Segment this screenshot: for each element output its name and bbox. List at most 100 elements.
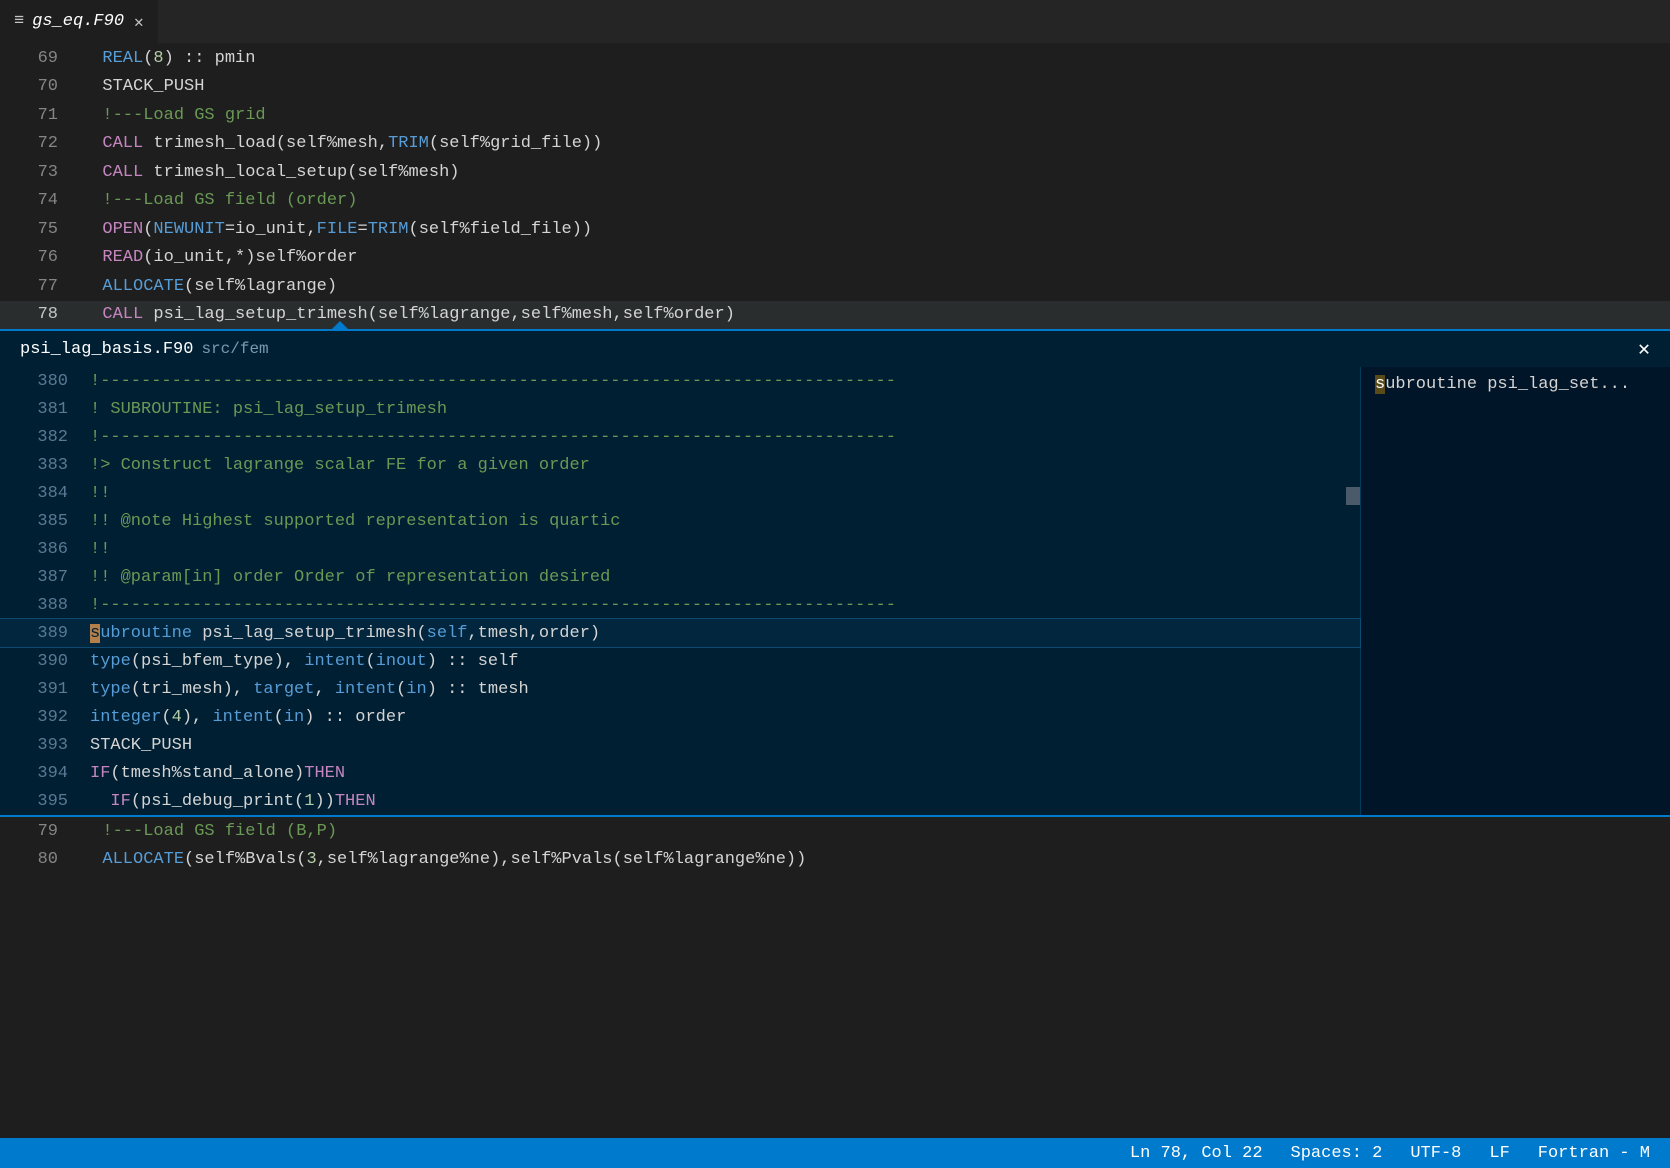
main-code-area[interactable]: 69 REAL(8) :: pmin70 STACK_PUSH71 !---Lo… bbox=[0, 44, 1670, 329]
scrollbar-thumb[interactable] bbox=[1346, 487, 1360, 505]
code-line[interactable]: 393STACK_PUSH bbox=[0, 731, 1360, 759]
code-token: 1 bbox=[304, 792, 314, 811]
code-token: ( bbox=[396, 680, 406, 699]
code-line[interactable]: 80 ALLOCATE(self%Bvals(3,self%lagrange%n… bbox=[0, 846, 1670, 875]
code-content[interactable]: IF(tmesh%stand_alone)THEN bbox=[90, 764, 1360, 783]
line-number: 392 bbox=[0, 708, 90, 727]
code-line[interactable]: 394IF(tmesh%stand_alone)THEN bbox=[0, 759, 1360, 787]
code-token: IF bbox=[110, 792, 130, 811]
code-content[interactable]: STACK_PUSH bbox=[82, 77, 1670, 96]
peek-reference-item[interactable]: subroutine psi_lag_set... bbox=[1361, 371, 1670, 398]
status-encoding[interactable]: UTF-8 bbox=[1410, 1144, 1461, 1163]
code-token: 3 bbox=[306, 850, 316, 869]
peek-code-area[interactable]: 380!------------------------------------… bbox=[0, 367, 1360, 815]
code-content[interactable]: !! @param[in] order Order of representat… bbox=[90, 568, 1360, 587]
code-content[interactable]: !---------------------------------------… bbox=[90, 372, 1360, 391]
code-line[interactable]: 70 STACK_PUSH bbox=[0, 73, 1670, 102]
code-token: intent bbox=[335, 680, 396, 699]
code-token: ,tmesh,order) bbox=[467, 624, 600, 643]
code-content[interactable]: ALLOCATE(self%Bvals(3,self%lagrange%ne),… bbox=[82, 850, 1670, 869]
code-line[interactable]: 385!! @note Highest supported representa… bbox=[0, 507, 1360, 535]
code-content[interactable]: CALL psi_lag_setup_trimesh(self%lagrange… bbox=[82, 305, 1670, 324]
code-line[interactable]: 78 CALL psi_lag_setup_trimesh(self%lagra… bbox=[0, 301, 1670, 330]
code-line[interactable]: 69 REAL(8) :: pmin bbox=[0, 44, 1670, 73]
code-content[interactable]: !---Load GS field (B,P) bbox=[82, 822, 1670, 841]
code-line[interactable]: 74 !---Load GS field (order) bbox=[0, 187, 1670, 216]
code-content[interactable]: CALL trimesh_load(self%mesh,TRIM(self%gr… bbox=[82, 134, 1670, 153]
code-token: ! SUBROUTINE: psi_lag_setup_trimesh bbox=[90, 400, 447, 419]
code-content[interactable]: integer(4), intent(in) :: order bbox=[90, 708, 1360, 727]
code-token: ( bbox=[143, 220, 153, 239]
code-line[interactable]: 381! SUBROUTINE: psi_lag_setup_trimesh bbox=[0, 395, 1360, 423]
code-content[interactable]: CALL trimesh_local_setup(self%mesh) bbox=[82, 163, 1670, 182]
code-content[interactable]: !! bbox=[90, 540, 1360, 559]
status-eol[interactable]: LF bbox=[1489, 1144, 1509, 1163]
code-line[interactable]: 79 !---Load GS field (B,P) bbox=[0, 817, 1670, 846]
code-token: CALL bbox=[102, 305, 143, 324]
code-content[interactable]: !---------------------------------------… bbox=[90, 596, 1360, 615]
status-indent[interactable]: Spaces: 2 bbox=[1291, 1144, 1383, 1163]
code-token: self bbox=[427, 624, 468, 643]
code-token: CALL bbox=[102, 134, 143, 153]
code-line[interactable]: 392integer(4), intent(in) :: order bbox=[0, 703, 1360, 731]
code-content[interactable]: !> Construct lagrange scalar FE for a gi… bbox=[90, 456, 1360, 475]
code-line[interactable]: 380!------------------------------------… bbox=[0, 367, 1360, 395]
code-token: psi_lag_setup_trimesh(self%lagrange,self… bbox=[143, 305, 735, 324]
code-content[interactable]: !! @note Highest supported representatio… bbox=[90, 512, 1360, 531]
reference-text: ubroutine psi_lag_set... bbox=[1385, 375, 1630, 394]
code-line[interactable]: 386!! bbox=[0, 535, 1360, 563]
code-token: integer bbox=[90, 708, 161, 727]
code-token: ) :: self bbox=[427, 652, 519, 671]
code-token: (psi_debug_print( bbox=[131, 792, 304, 811]
line-number: 384 bbox=[0, 484, 90, 503]
line-number: 76 bbox=[0, 248, 82, 267]
code-token: NEWUNIT bbox=[153, 220, 224, 239]
code-token bbox=[82, 248, 102, 267]
peek-filename: psi_lag_basis.F90 bbox=[20, 340, 193, 359]
main-code-area-after[interactable]: 79 !---Load GS field (B,P)80 ALLOCATE(se… bbox=[0, 817, 1670, 874]
code-line[interactable]: 72 CALL trimesh_load(self%mesh,TRIM(self… bbox=[0, 130, 1670, 159]
code-content[interactable]: !---Load GS field (order) bbox=[82, 191, 1670, 210]
code-line[interactable]: 388!------------------------------------… bbox=[0, 591, 1360, 619]
code-content[interactable]: OPEN(NEWUNIT=io_unit,FILE=TRIM(self%fiel… bbox=[82, 220, 1670, 239]
code-content[interactable]: type(tri_mesh), target, intent(in) :: tm… bbox=[90, 680, 1360, 699]
code-line[interactable]: 77 ALLOCATE(self%lagrange) bbox=[0, 272, 1670, 301]
editor[interactable]: 69 REAL(8) :: pmin70 STACK_PUSH71 !---Lo… bbox=[0, 44, 1670, 1138]
code-token: FILE bbox=[317, 220, 358, 239]
code-line[interactable]: 382!------------------------------------… bbox=[0, 423, 1360, 451]
code-line[interactable]: 75 OPEN(NEWUNIT=io_unit,FILE=TRIM(self%f… bbox=[0, 215, 1670, 244]
code-content[interactable]: REAL(8) :: pmin bbox=[82, 49, 1670, 68]
close-icon[interactable]: ✕ bbox=[134, 12, 144, 32]
code-token: target bbox=[253, 680, 314, 699]
code-token: ) :: order bbox=[304, 708, 406, 727]
code-line[interactable]: 383!> Construct lagrange scalar FE for a… bbox=[0, 451, 1360, 479]
code-content[interactable]: ! SUBROUTINE: psi_lag_setup_trimesh bbox=[90, 400, 1360, 419]
code-content[interactable]: ALLOCATE(self%lagrange) bbox=[82, 277, 1670, 296]
code-line[interactable]: 384!! bbox=[0, 479, 1360, 507]
peek-reference-list[interactable]: subroutine psi_lag_set... bbox=[1360, 367, 1670, 815]
code-line[interactable]: 395 IF(psi_debug_print(1))THEN bbox=[0, 787, 1360, 815]
status-cursor-position[interactable]: Ln 78, Col 22 bbox=[1130, 1144, 1263, 1163]
code-token: in bbox=[406, 680, 426, 699]
code-content[interactable]: !---------------------------------------… bbox=[90, 428, 1360, 447]
code-line[interactable]: 391type(tri_mesh), target, intent(in) ::… bbox=[0, 675, 1360, 703]
code-token bbox=[82, 277, 102, 296]
code-line[interactable]: 389subroutine psi_lag_setup_trimesh(self… bbox=[0, 619, 1360, 647]
code-content[interactable]: STACK_PUSH bbox=[90, 736, 1360, 755]
code-content[interactable]: type(psi_bfem_type), intent(inout) :: se… bbox=[90, 652, 1360, 671]
close-icon[interactable]: ✕ bbox=[1638, 336, 1650, 362]
code-content[interactable]: READ(io_unit,*)self%order bbox=[82, 248, 1670, 267]
code-content[interactable]: subroutine psi_lag_setup_trimesh(self,tm… bbox=[90, 624, 1360, 643]
code-token: OPEN bbox=[102, 220, 143, 239]
code-line[interactable]: 73 CALL trimesh_local_setup(self%mesh) bbox=[0, 158, 1670, 187]
editor-tab[interactable]: ≡ gs_eq.F90 ✕ bbox=[0, 0, 159, 44]
code-line[interactable]: 390type(psi_bfem_type), intent(inout) ::… bbox=[0, 647, 1360, 675]
status-language[interactable]: Fortran - M bbox=[1538, 1144, 1650, 1163]
code-content[interactable]: IF(psi_debug_print(1))THEN bbox=[90, 792, 1360, 811]
code-line[interactable]: 71 !---Load GS grid bbox=[0, 101, 1670, 130]
code-line[interactable]: 387!! @param[in] order Order of represen… bbox=[0, 563, 1360, 591]
code-content[interactable]: !! bbox=[90, 484, 1360, 503]
code-content[interactable]: !---Load GS grid bbox=[82, 106, 1670, 125]
code-token: =io_unit, bbox=[225, 220, 317, 239]
code-line[interactable]: 76 READ(io_unit,*)self%order bbox=[0, 244, 1670, 273]
